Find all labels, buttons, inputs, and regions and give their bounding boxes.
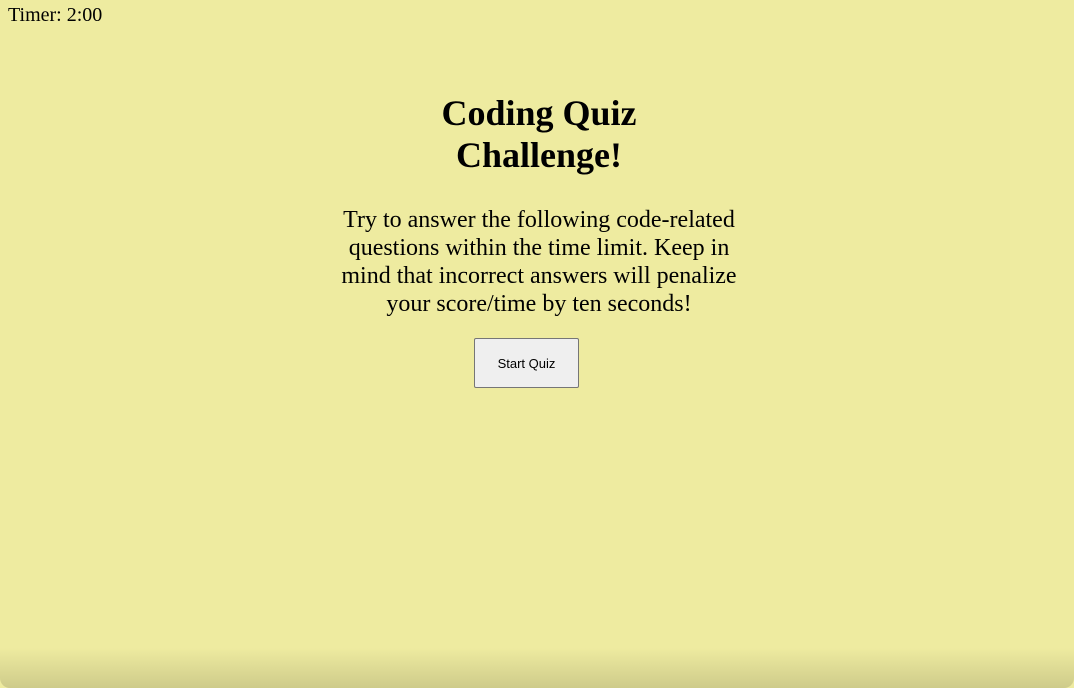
- intro-section: Coding Quiz Challenge! Try to answer the…: [337, 92, 741, 318]
- timer-display: Timer: 2:00: [8, 4, 103, 26]
- window-bottom-edge: [0, 648, 1074, 688]
- start-quiz-button[interactable]: Start Quiz: [474, 338, 579, 388]
- page-title: Coding Quiz Challenge!: [441, 93, 637, 175]
- quiz-instructions: Try to answer the following code-related…: [341, 207, 737, 317]
